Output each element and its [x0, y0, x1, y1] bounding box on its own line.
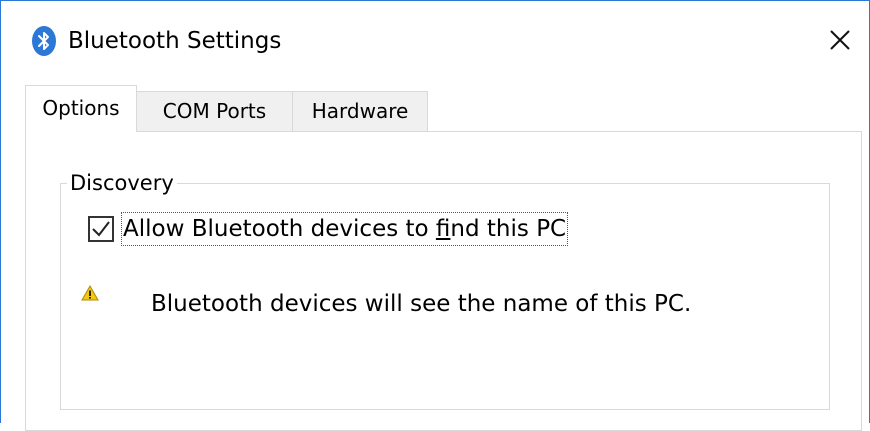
- close-button[interactable]: [819, 19, 861, 61]
- warning-icon: [81, 285, 99, 301]
- allow-find-label-part1: Allow Bluetooth devices to: [123, 216, 436, 242]
- checkmark-icon: [92, 221, 110, 237]
- tab-com-ports[interactable]: COM Ports: [136, 91, 293, 131]
- bluetooth-icon: [32, 26, 56, 56]
- allow-find-label[interactable]: Allow Bluetooth devices to find this PC: [120, 212, 569, 246]
- allow-find-checkbox[interactable]: [88, 216, 114, 242]
- discovery-group-title: Discovery: [67, 169, 177, 197]
- allow-find-label-part2: ind this PC: [450, 216, 567, 242]
- discovery-warning-text: Bluetooth devices will see the name of t…: [151, 291, 692, 317]
- bluetooth-settings-window: Bluetooth Settings Options COM Ports Har…: [0, 0, 870, 431]
- tab-hardware[interactable]: Hardware: [292, 91, 428, 131]
- close-icon: [830, 30, 850, 50]
- window-title: Bluetooth Settings: [68, 28, 282, 54]
- allow-find-label-mnemonic: f: [435, 216, 451, 242]
- allow-find-checkbox-row[interactable]: Allow Bluetooth devices to find this PC: [88, 211, 569, 247]
- tab-options[interactable]: Options: [25, 85, 137, 132]
